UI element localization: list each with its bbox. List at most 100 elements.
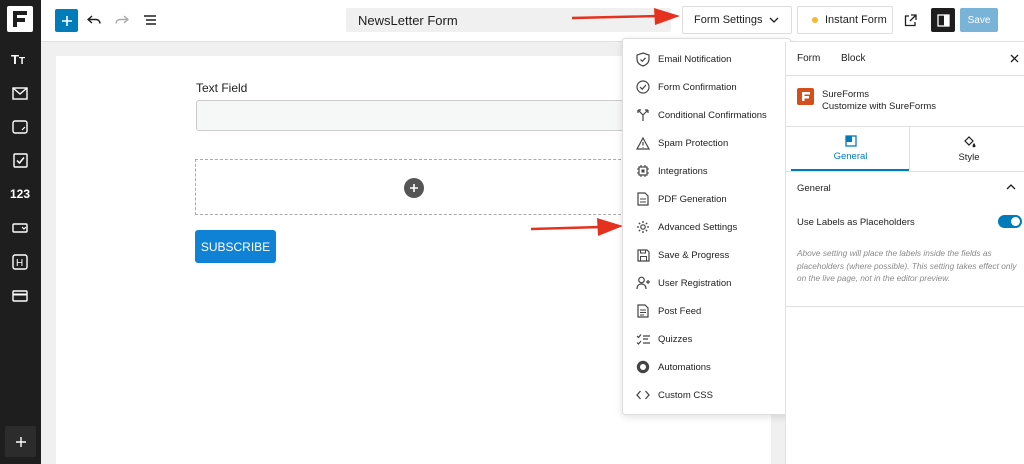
- form-settings-label: Form Settings: [694, 14, 763, 26]
- redo-icon: [115, 15, 129, 24]
- brand-name: SureForms: [822, 89, 869, 100]
- text-field-input[interactable]: [196, 100, 636, 131]
- menu-item-label: Post Feed: [658, 305, 702, 317]
- divider: [786, 306, 1024, 307]
- menu-item-custom-css[interactable]: Custom CSS: [623, 381, 792, 409]
- automation-icon: [635, 359, 651, 375]
- editor-toolbar: NewsLetter Form Form Settings Instant Fo…: [41, 0, 1024, 42]
- menu-item-label: Save & Progress: [658, 249, 730, 261]
- subtab-style-label: Style: [958, 152, 980, 163]
- block-sidebar: TT 123 H: [0, 0, 41, 464]
- block-inserter-button[interactable]: [55, 9, 78, 32]
- subtab-style[interactable]: Style: [909, 127, 1024, 171]
- menu-item-label: User Registration: [658, 277, 732, 289]
- settings-tabs: Form Block: [786, 42, 1024, 76]
- menu-item-form-confirmation[interactable]: Form Confirmation: [623, 73, 792, 101]
- floppy-icon: [635, 247, 651, 263]
- annotation-arrow-form-settings: [571, 8, 680, 25]
- undo-icon: [87, 15, 101, 24]
- chevron-down-icon: [769, 17, 779, 23]
- brand-subtitle: Customize with SureForms: [822, 101, 937, 112]
- subtab-general-label: General: [833, 150, 868, 162]
- menu-item-label: Integrations: [658, 165, 708, 177]
- menu-item-label: Conditional Confirmations: [658, 109, 767, 121]
- menu-item-label: Automations: [658, 361, 711, 373]
- redo-button[interactable]: [111, 9, 133, 31]
- menu-item-integrations[interactable]: Integrations: [623, 157, 792, 185]
- user-plus-icon: [635, 275, 651, 291]
- tab-form[interactable]: Form: [797, 53, 820, 64]
- chip-icon: [635, 163, 651, 179]
- shield-check-icon: [635, 51, 651, 67]
- menu-item-email-notification[interactable]: Email Notification: [623, 45, 792, 73]
- menu-item-label: Quizzes: [658, 333, 693, 345]
- paint-bucket-icon: [963, 136, 975, 148]
- menu-item-label: PDF Generation: [658, 193, 727, 205]
- annotation-arrow-advanced-settings: [530, 218, 623, 236]
- dropdown-icon[interactable]: [8, 217, 32, 239]
- sidebar-panel-icon: [936, 13, 950, 27]
- instant-form-status-dot: [812, 17, 818, 23]
- menu-item-save-progress[interactable]: Save & Progress: [623, 241, 792, 269]
- menu-item-label: Form Confirmation: [658, 81, 737, 93]
- text-field-label: Text Field: [196, 81, 248, 95]
- plus-icon: [15, 436, 26, 447]
- svg-text:T: T: [11, 52, 19, 66]
- code-icon: [635, 387, 651, 403]
- sureforms-f-icon: [13, 11, 27, 27]
- check-circle-icon: [635, 79, 651, 95]
- sureforms-brand-icon: [797, 88, 814, 105]
- divider: [786, 171, 1024, 172]
- menu-item-quizzes[interactable]: Quizzes: [623, 325, 792, 353]
- svg-text:T: T: [19, 56, 25, 66]
- preview-external-button[interactable]: [899, 9, 921, 31]
- menu-item-conditional-confirmations[interactable]: Conditional Confirmations: [623, 101, 792, 129]
- menu-item-spam-protection[interactable]: Spam Protection: [623, 129, 792, 157]
- tab-block[interactable]: Block: [841, 53, 865, 64]
- labels-as-placeholders-toggle[interactable]: [998, 215, 1022, 228]
- split-icon: [635, 107, 651, 123]
- document-overview-button[interactable]: [139, 9, 161, 31]
- save-button[interactable]: Save: [960, 8, 998, 32]
- menu-item-user-registration[interactable]: User Registration: [623, 269, 792, 297]
- general-section-heading[interactable]: General: [797, 183, 831, 194]
- setting-help-text: Above setting will place the labels insi…: [797, 248, 1017, 283]
- payment-icon[interactable]: [8, 285, 32, 307]
- close-icon: [1010, 54, 1019, 63]
- plus-icon: [61, 15, 72, 26]
- toggle-knob: [1011, 217, 1020, 226]
- plus-icon: [410, 184, 418, 192]
- email-icon[interactable]: [8, 82, 32, 104]
- subscribe-button[interactable]: SUBSCRIBE: [195, 230, 276, 263]
- list-view-icon: [144, 15, 156, 25]
- menu-item-pdf-generation[interactable]: PDF Generation: [623, 185, 792, 213]
- menu-item-label: Email Notification: [658, 53, 732, 65]
- block-appender[interactable]: [195, 159, 636, 215]
- settings-general-icon: [844, 134, 857, 147]
- checkbox-icon[interactable]: [8, 149, 32, 171]
- add-block-button[interactable]: [404, 178, 424, 198]
- settings-panel-toggle[interactable]: [931, 8, 955, 32]
- form-settings-button[interactable]: Form Settings: [682, 6, 792, 34]
- close-panel-button[interactable]: [1010, 52, 1019, 66]
- menu-item-label: Custom CSS: [658, 389, 713, 401]
- hidden-field-icon[interactable]: H: [8, 251, 32, 273]
- document-icon: [635, 191, 651, 207]
- subtab-general[interactable]: General: [791, 127, 910, 171]
- chevron-up-icon[interactable]: [1006, 182, 1016, 192]
- labels-as-placeholders-label: Use Labels as Placeholders: [797, 217, 915, 228]
- menu-item-automations[interactable]: Automations: [623, 353, 792, 381]
- text-heading-icon[interactable]: TT: [8, 48, 32, 70]
- instant-form-button[interactable]: Instant Form: [797, 6, 893, 34]
- form-settings-menu: Email Notification Form Confirmation Con…: [622, 38, 791, 415]
- textarea-icon[interactable]: [8, 116, 32, 138]
- menu-item-post-feed[interactable]: Post Feed: [623, 297, 792, 325]
- menu-item-advanced-settings[interactable]: Advanced Settings: [623, 213, 792, 241]
- sureforms-logo[interactable]: [7, 6, 33, 32]
- add-block-sidebar-button[interactable]: [5, 426, 36, 457]
- number-icon[interactable]: 123: [8, 183, 32, 205]
- checklist-icon: [635, 331, 651, 347]
- undo-button[interactable]: [83, 9, 105, 31]
- menu-item-label: Advanced Settings: [658, 221, 738, 233]
- instant-form-label: Instant Form: [825, 14, 887, 26]
